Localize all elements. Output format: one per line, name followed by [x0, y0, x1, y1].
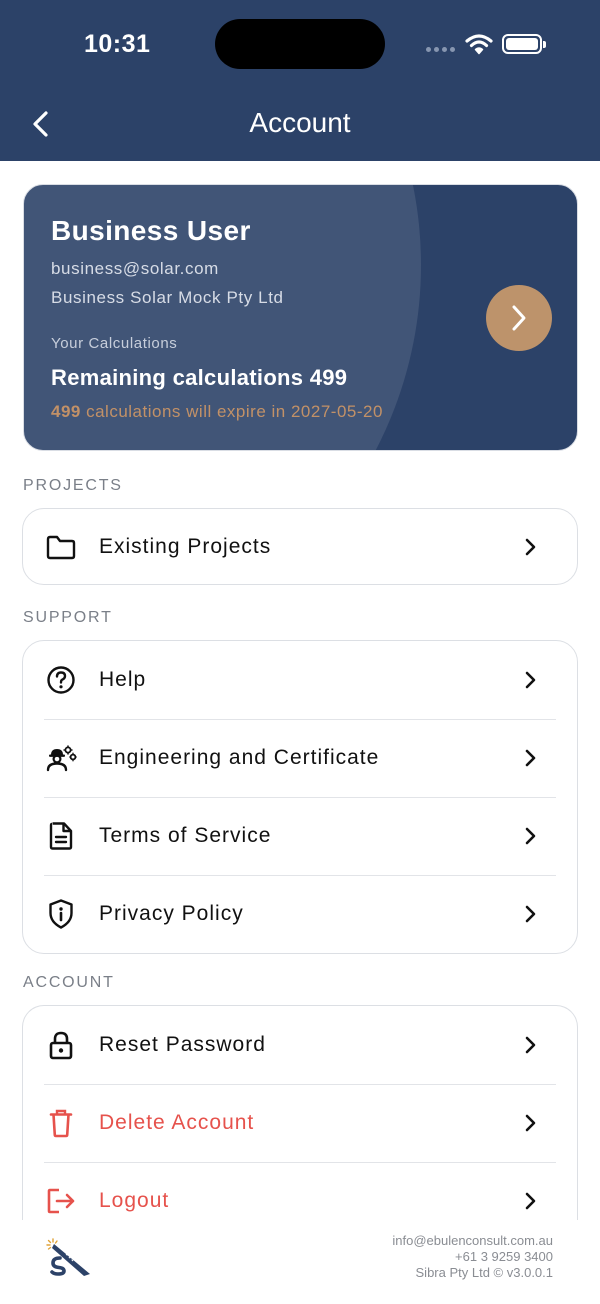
- footer-copyright: Sibra Pty Ltd © v3.0.0.1: [415, 1265, 553, 1280]
- battery-icon: [502, 34, 546, 54]
- chevron-right-icon: [523, 1113, 537, 1133]
- engineer-icon: [45, 742, 77, 774]
- footer-phone[interactable]: +61 3 9259 3400: [392, 1249, 553, 1265]
- menu-item-label: Reset Password: [99, 1033, 266, 1056]
- menu-item-label: Logout: [99, 1189, 170, 1212]
- menu-item-delete-account[interactable]: Delete Account: [23, 1084, 577, 1162]
- calculations-caption: Your Calculations: [51, 335, 178, 352]
- chevron-right-icon: [523, 1191, 537, 1211]
- chevron-right-icon: [523, 1035, 537, 1055]
- user-email: business@solar.com: [51, 259, 219, 278]
- status-time: 10:31: [84, 30, 151, 58]
- help-circle-icon: [45, 664, 77, 696]
- top-bar: 10:31 Account: [0, 0, 600, 161]
- calculations-expiry: 499 calculations will expire in 2027-05-…: [51, 402, 383, 422]
- section-label-support: SUPPORT: [23, 609, 113, 626]
- projects-group: Existing Projects: [22, 508, 578, 585]
- chevron-right-icon: [523, 670, 537, 690]
- footer-info: info@ebulenconsult.com.au +61 3 9259 340…: [392, 1233, 553, 1281]
- chevron-right-icon: [523, 904, 537, 924]
- user-name: Business User: [51, 215, 251, 246]
- chevron-right-icon: [512, 305, 526, 331]
- menu-item-label: Delete Account: [99, 1111, 255, 1134]
- support-group: Help Engineering and Certificate Terms o…: [22, 640, 578, 954]
- section-label-projects: PROJECTS: [23, 477, 123, 494]
- signal-icon: [426, 47, 455, 52]
- remaining-calculations: Remaining calculations 499: [51, 365, 348, 390]
- chevron-right-icon: [523, 748, 537, 768]
- menu-item-existing-projects[interactable]: Existing Projects: [23, 509, 577, 584]
- menu-item-label: Engineering and Certificate: [99, 746, 380, 769]
- menu-item-label: Existing Projects: [99, 534, 272, 558]
- chevron-right-icon: [523, 826, 537, 846]
- lock-icon: [45, 1029, 77, 1061]
- menu-item-engineering-certificate[interactable]: Engineering and Certificate: [23, 719, 577, 797]
- company-logo: [46, 1238, 90, 1276]
- expiry-text: calculations will expire in 2027-05-20: [80, 402, 383, 421]
- document-icon: [45, 820, 77, 852]
- menu-item-terms-of-service[interactable]: Terms of Service: [23, 797, 577, 875]
- user-summary-card[interactable]: Business User business@solar.com Busines…: [23, 184, 578, 451]
- chevron-right-icon: [523, 537, 537, 557]
- card-open-button[interactable]: [486, 285, 552, 351]
- dynamic-island: [215, 19, 385, 69]
- expiry-count: 499: [51, 402, 81, 421]
- trash-icon: [45, 1107, 77, 1139]
- menu-item-reset-password[interactable]: Reset Password: [23, 1006, 577, 1084]
- menu-item-label: Terms of Service: [99, 824, 272, 847]
- shield-info-icon: [45, 898, 77, 930]
- logout-icon: [45, 1185, 77, 1217]
- page-title: Account: [249, 107, 351, 138]
- footer-email[interactable]: info@ebulenconsult.com.au: [392, 1233, 553, 1249]
- section-label-account: ACCOUNT: [23, 974, 115, 991]
- account-group: Reset Password Delete Account Logout: [22, 1005, 578, 1240]
- user-company: Business Solar Mock Pty Ltd: [51, 288, 284, 307]
- menu-item-label: Privacy Policy: [99, 902, 244, 925]
- menu-item-privacy-policy[interactable]: Privacy Policy: [23, 875, 577, 953]
- menu-item-help[interactable]: Help: [23, 641, 577, 719]
- wifi-icon: [465, 34, 493, 55]
- menu-item-label: Help: [99, 668, 147, 691]
- folder-icon: [45, 531, 77, 563]
